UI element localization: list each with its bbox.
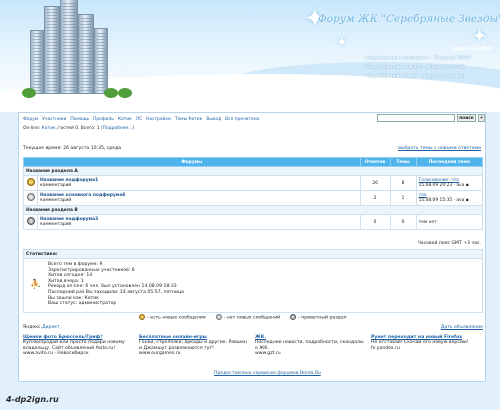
nav-logout[interactable]: Выход <box>206 117 221 122</box>
new-replies-link[interactable]: выбрать темы с новыми ответами <box>398 146 481 151</box>
search-input[interactable] <box>377 114 455 122</box>
answers-count: 2 <box>359 190 391 206</box>
nav-help[interactable]: Помощь <box>70 117 89 122</box>
forum-row: Название подфорума3 комментарий 0 0 тем н… <box>23 214 484 230</box>
forum-frame: Форум Участники Помощь Профиль Котик ЛС … <box>18 112 486 382</box>
online-line: On-line: Котик, гостей 0. Всего: 1 [Подр… <box>23 126 134 131</box>
forum-row: Название основного подфорума6 комментарий… <box>23 190 484 206</box>
site-title: Форум ЖК "Серебряные Звезды" <box>318 13 500 25</box>
tree-decoration <box>22 88 36 98</box>
nav-user[interactable]: Котик <box>118 117 132 122</box>
nav-mark-read[interactable]: Все прочитано <box>225 117 259 122</box>
online-details-link[interactable]: [Подробнее...] <box>101 126 134 131</box>
building-illustration <box>60 0 78 94</box>
ads-label: Яндекс. <box>23 325 42 330</box>
legend-private: - приватный раздел <box>298 315 347 321</box>
nav-bar: Форум Участники Помощь Профиль Котик ЛС … <box>23 116 259 123</box>
online-count: , гостей 0. Всего: 1 <box>55 126 100 131</box>
stats-title: Статистика: <box>24 250 482 259</box>
legend-new: - есть новые сообщения <box>147 315 206 321</box>
watermark-logo: 4-dp2ign.ru <box>6 395 59 404</box>
current-time: Текущее время: 26 августа 10:35, среда <box>23 146 122 151</box>
stats-lines: Всего тем в форуме: 9 Зарегистрированных… <box>48 262 184 307</box>
section-title: Название раздела A <box>23 166 483 176</box>
building-illustration <box>78 14 94 94</box>
building-illustration <box>44 6 60 94</box>
ad-text: Последние новости, подробности, скандалы… <box>255 340 364 351</box>
private-forum-icon <box>290 314 297 320</box>
ad-url: www.ourgames.ru <box>139 351 181 357</box>
answers-count: 0 <box>359 214 391 230</box>
header-link[interactable]: «Серебряный источник» - Квартал 5/5/5 <box>364 56 471 61</box>
stats-icon: ⛹ <box>30 280 42 290</box>
answers-count: 26 <box>359 175 391 191</box>
last-topic-empty: тем нет <box>415 214 484 230</box>
nav-settings[interactable]: Настройки <box>146 117 171 122</box>
star-icon: ✦ <box>336 35 348 51</box>
last-topic-info: 15.08.09 15:35 · ava <box>418 198 465 203</box>
ad-url: fx.yandex.ru <box>371 345 400 351</box>
advanced-search-button[interactable]: + <box>478 114 485 122</box>
stats-line: Последний раз Вы заходили: 14 августа 05… <box>48 289 184 295</box>
legend-old: - нет новых сообщений <box>223 315 281 321</box>
ad-url: www.gzt.ru <box>255 351 281 357</box>
links-heading: НАШИ ССЫЛКИ <box>452 47 492 52</box>
col-last-topic: Последняя тема <box>415 157 484 167</box>
no-new-posts-icon <box>215 314 222 320</box>
building-illustration <box>94 28 108 94</box>
site-header: ✦ ✦ ✦ Форум ЖК "Серебряные Звезды" НАШИ … <box>0 0 500 112</box>
col-answers: Ответов <box>359 157 391 167</box>
document-icon[interactable]: ▪ <box>466 183 469 188</box>
nav-forum[interactable]: Форум <box>23 117 38 122</box>
private-forum-icon <box>26 217 35 225</box>
new-posts-icon <box>139 314 145 320</box>
header-link[interactable]: «Серебряный ключ» - Сургутский Бор <box>364 74 465 79</box>
new-posts-icon <box>26 178 35 186</box>
icon-legend: - есть новые сообщения - нет новых сообщ… <box>139 314 347 321</box>
forum-desc: комментарий <box>40 183 72 188</box>
forum-row: Название подфорума1 комментарий 26 8 Голо… <box>23 175 484 191</box>
nav-members[interactable]: Участники <box>42 117 66 122</box>
header-link[interactable]: «Серебряный дождь» - Квартал 3/5/6 <box>364 65 464 70</box>
online-prefix: On-line: <box>23 126 42 131</box>
search-button[interactable]: поиск <box>457 114 476 122</box>
tree-decoration <box>104 88 118 98</box>
ad-url: www.avito.ru · Новосибирск <box>23 351 89 357</box>
forum-desc: комментарий <box>40 198 72 203</box>
forum-desc: комментарий <box>40 222 72 227</box>
ad-text: Куплю/продай или просто подари новому вл… <box>23 340 125 351</box>
footer-powered-link[interactable]: Предоставлено сервисом форумов Borda.Ru <box>214 371 321 376</box>
no-new-posts-icon <box>26 193 35 201</box>
nav-profile[interactable]: Профиль <box>93 117 114 122</box>
ads-direct-link[interactable]: Директ <box>42 325 60 330</box>
place-ad-link[interactable]: Дать объявление <box>441 325 483 330</box>
document-icon[interactable]: ▪ <box>466 198 469 203</box>
star-icon: ✦ <box>472 26 488 47</box>
col-forums: Форумы <box>23 157 361 167</box>
topics-count: 8 <box>389 175 417 191</box>
section-title: Название раздела B <box>23 205 483 215</box>
topics-count: 1 <box>389 190 417 206</box>
last-topic-info: 15.08.09 20:23 · ava <box>418 183 465 188</box>
building-illustration <box>30 30 44 94</box>
stats-panel: Статистика: ⛹ Всего тем в форуме: 9 Заре… <box>23 249 483 313</box>
tree-decoration <box>118 88 132 98</box>
stats-line: Ваш статус: администратор <box>48 301 117 307</box>
ad-block: Щенки фото Брюссель/Гриф! Куплю/продай ил… <box>23 335 133 357</box>
online-user-link[interactable]: Котик <box>42 126 56 131</box>
topics-count: 0 <box>389 214 417 230</box>
col-topics: Темы <box>389 157 417 167</box>
ad-block: Рунет переходит на новый Firefox Не отста… <box>371 335 481 351</box>
nav-my-topics[interactable]: Темы Котик <box>175 117 202 122</box>
ad-text: Гонки, стрелялки, аркады и другие. Равша… <box>139 340 247 351</box>
ad-block: Бесплатные онлайн-игры Гонки, стрелялки, … <box>139 335 249 357</box>
nav-pm[interactable]: ЛС <box>136 117 142 122</box>
timezone-note: Часовой пояс GMT +3 час. <box>417 241 481 246</box>
forum-table: Форумы Ответов Темы Последняя тема Назва… <box>23 157 484 230</box>
ad-block: ЖК. Последние новости, подробности, сканд… <box>255 335 365 357</box>
